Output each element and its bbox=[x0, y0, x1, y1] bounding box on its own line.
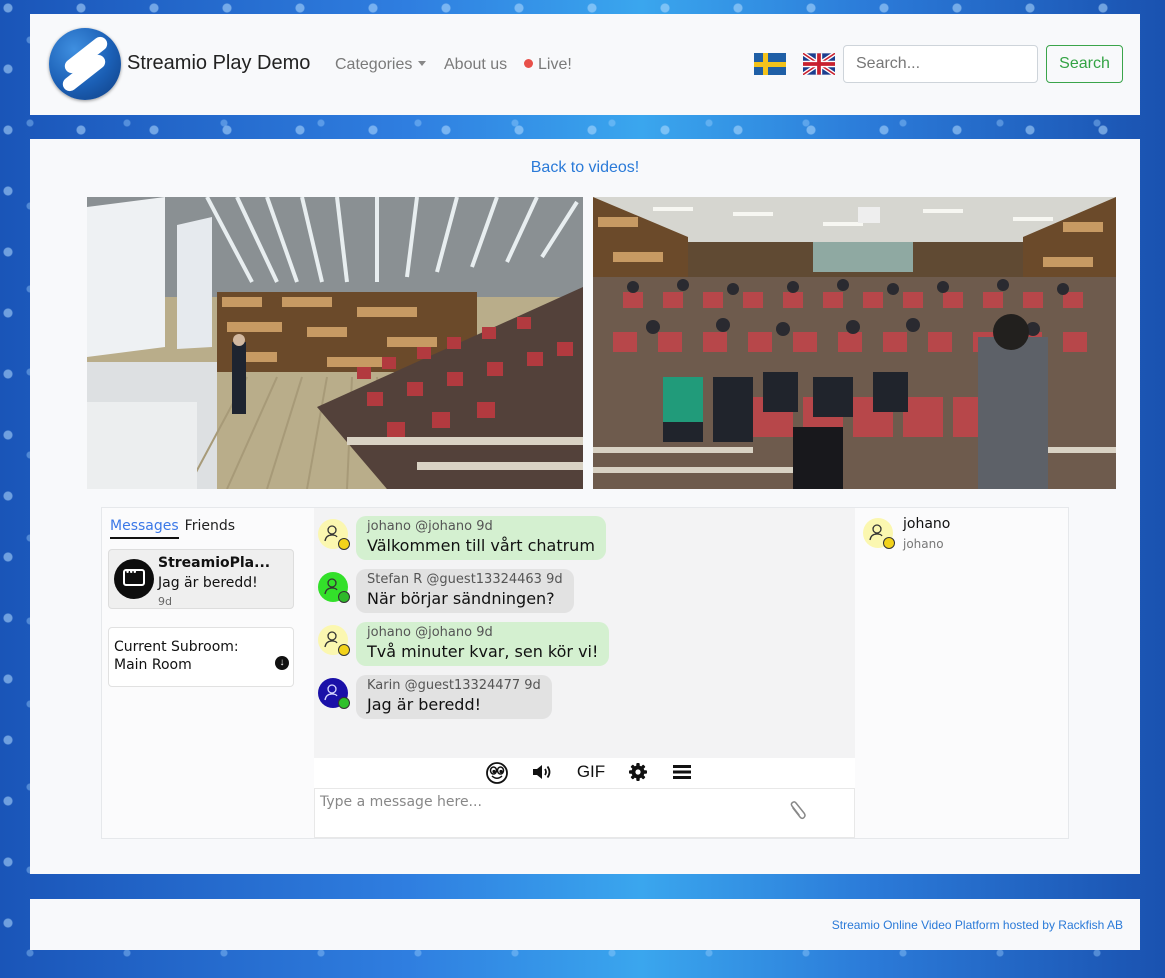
lecture-hall-image bbox=[87, 197, 583, 489]
hamburger-graphic bbox=[673, 765, 691, 779]
user-avatar[interactable] bbox=[318, 572, 350, 603]
subroom-value: Main Room bbox=[114, 657, 192, 673]
online-users-panel: johano johano bbox=[855, 508, 1068, 838]
navbar: Streamio Play Demo Categories About us L… bbox=[30, 14, 1140, 115]
subroom-text: Current Subroom: Main Room bbox=[114, 638, 239, 674]
speech-bubble-shape bbox=[123, 567, 145, 586]
tab-messages[interactable]: Messages bbox=[110, 518, 179, 539]
menu-icon[interactable] bbox=[671, 762, 693, 784]
back-to-videos-link[interactable]: Back to videos! bbox=[30, 159, 1140, 177]
user-avatar[interactable] bbox=[318, 625, 350, 656]
user-handle: johano bbox=[903, 537, 944, 551]
message-text: Välkommen till vårt chatrum bbox=[367, 536, 595, 555]
main-content: Back to videos! Messages Friends • • • S… bbox=[30, 139, 1140, 874]
conversation-item[interactable]: StreamioPla... Jag är beredd! 9d bbox=[108, 549, 294, 609]
tab-friends[interactable]: Friends bbox=[185, 518, 235, 537]
footer-link[interactable]: Streamio Online Video Platform hosted by… bbox=[832, 918, 1123, 932]
chat-main: johano @johano 9d Välkommen till vårt cha… bbox=[314, 508, 855, 838]
live-dot-icon bbox=[524, 59, 533, 68]
user-avatar[interactable] bbox=[318, 519, 350, 550]
message-text: När börjar sändningen? bbox=[367, 589, 555, 608]
conversation-name: StreamioPla... bbox=[158, 555, 271, 571]
brand-name[interactable]: Streamio Play Demo bbox=[127, 52, 310, 75]
footer: Streamio Online Video Platform hosted by… bbox=[30, 899, 1140, 950]
online-status-indicator bbox=[338, 644, 350, 656]
message-meta: Stefan R @guest13324463 9d bbox=[367, 572, 563, 587]
message-meta: johano @johano 9d bbox=[367, 625, 493, 640]
chat-sidebar: Messages Friends StreamioPla... Jag är be… bbox=[102, 508, 314, 838]
paperclip-graphic bbox=[790, 801, 806, 820]
message-bubble: johano @johano 9d Två minuter kvar, sen k… bbox=[356, 622, 610, 666]
user-name: johano bbox=[903, 516, 951, 532]
streamio-logo[interactable] bbox=[49, 28, 121, 100]
message-text: Jag är beredd! bbox=[367, 695, 482, 714]
video-thumbnail-audience[interactable] bbox=[593, 197, 1116, 489]
chat-bubble-icon bbox=[114, 559, 154, 599]
gear-graphic bbox=[629, 763, 647, 781]
message-bubble: johano @johano 9d Välkommen till vårt cha… bbox=[356, 516, 606, 560]
nav-live[interactable]: Live! bbox=[524, 56, 572, 74]
online-user-item[interactable]: johano johano bbox=[863, 516, 1063, 556]
audience-image bbox=[593, 197, 1116, 489]
video-thumbnail-lecture-speaker[interactable] bbox=[87, 197, 583, 489]
subroom-selector[interactable]: Current Subroom: Main Room ↓ bbox=[108, 627, 294, 687]
conversation-last-message: Jag är beredd! bbox=[158, 575, 258, 591]
nav-about-us[interactable]: About us bbox=[444, 56, 507, 74]
message-bubble: Karin @guest13324477 9d Jag är beredd! bbox=[356, 675, 552, 719]
online-status-indicator bbox=[338, 591, 350, 603]
nav-categories-label: Categories bbox=[335, 56, 413, 73]
online-status-indicator bbox=[338, 538, 350, 550]
online-status-indicator bbox=[338, 697, 350, 709]
subroom-label: Current Subroom: bbox=[114, 639, 239, 655]
uk-flag-icon[interactable] bbox=[803, 53, 835, 75]
arrow-down-circle-icon[interactable]: ↓ bbox=[275, 656, 289, 670]
swedish-flag-icon[interactable] bbox=[754, 53, 786, 75]
volume-graphic bbox=[533, 765, 551, 779]
user-avatar bbox=[863, 518, 895, 549]
nav-live-label: Live! bbox=[538, 56, 572, 73]
message-meta: johano @johano 9d bbox=[367, 519, 493, 534]
conversation-time: 9d bbox=[158, 595, 172, 608]
message-bubble: Stefan R @guest13324463 9d När börjar sän… bbox=[356, 569, 574, 613]
search-input[interactable] bbox=[843, 45, 1038, 83]
search-button[interactable]: Search bbox=[1046, 45, 1123, 83]
gear-icon[interactable] bbox=[627, 762, 649, 784]
paperclip-icon[interactable] bbox=[788, 800, 808, 827]
uk-flag-graphic bbox=[803, 53, 835, 75]
user-avatar[interactable] bbox=[318, 678, 350, 709]
nav-categories-dropdown[interactable]: Categories bbox=[335, 56, 427, 74]
message-meta: Karin @guest13324477 9d bbox=[367, 678, 541, 693]
chat-tabs: Messages Friends bbox=[110, 518, 241, 539]
chat-toolbar: GIF bbox=[314, 758, 855, 788]
emoji-face-graphic bbox=[486, 762, 508, 784]
online-status-indicator bbox=[883, 537, 895, 549]
emoji-icon[interactable] bbox=[484, 762, 510, 784]
caret-down-icon bbox=[418, 61, 427, 66]
gif-button[interactable]: GIF bbox=[574, 762, 608, 784]
message-input[interactable] bbox=[314, 788, 855, 838]
volume-icon[interactable] bbox=[530, 762, 554, 784]
message-text: Två minuter kvar, sen kör vi! bbox=[367, 642, 599, 661]
chat-widget: Messages Friends StreamioPla... Jag är be… bbox=[101, 507, 1069, 839]
